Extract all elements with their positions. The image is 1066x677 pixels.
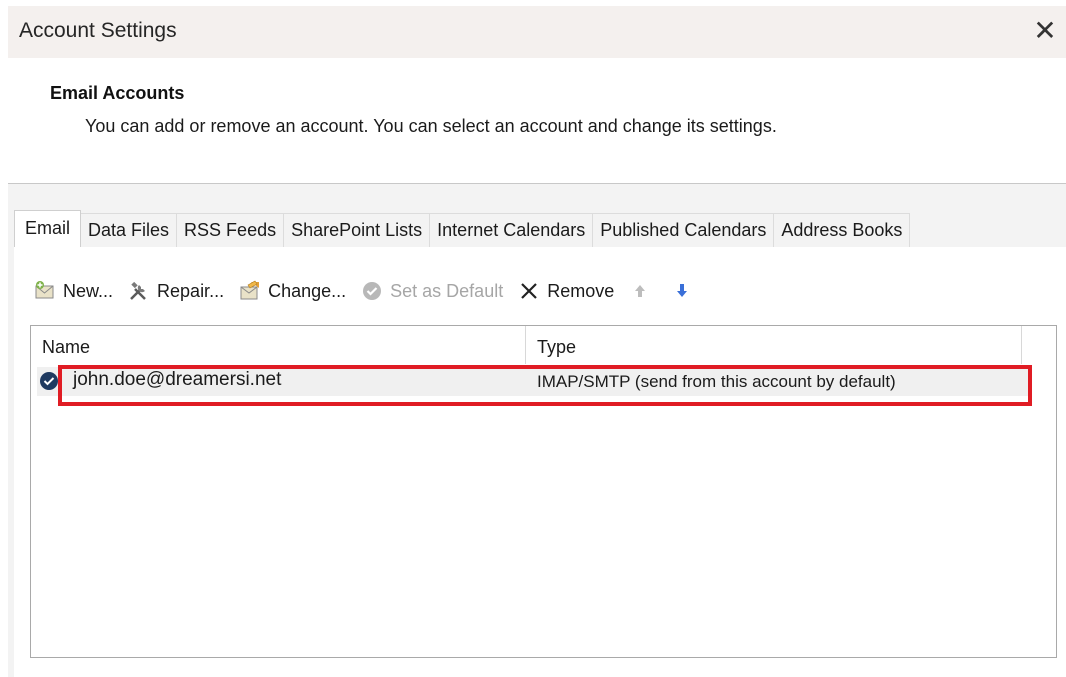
tab-data-files[interactable]: Data Files — [81, 213, 178, 247]
new-account-icon — [35, 281, 54, 299]
tab-strip: Email Data Files RSS Feeds SharePoint Li… — [14, 210, 911, 247]
change-button-label: Change... — [268, 280, 347, 301]
tab-email[interactable]: Email — [14, 210, 82, 247]
arrow-down-icon — [677, 284, 688, 297]
set-as-default-label: Set as Default — [390, 280, 504, 301]
account-toolbar: New... Repair... Change... Set as Defaul… — [33, 277, 712, 305]
remove-button[interactable]: Remove — [517, 279, 614, 303]
move-down-button[interactable] — [670, 279, 694, 303]
tab-address-books[interactable]: Address Books — [774, 213, 911, 247]
change-button[interactable]: Change... — [238, 279, 346, 303]
close-icon[interactable]: ✕ — [1030, 16, 1060, 46]
column-separator[interactable] — [525, 326, 526, 364]
column-header-type[interactable]: Type — [537, 337, 576, 358]
column-separator[interactable] — [1021, 326, 1022, 364]
remove-button-label: Remove — [547, 280, 615, 301]
repair-button[interactable]: Repair... — [127, 279, 224, 303]
tab-sharepoint-lists[interactable]: SharePoint Lists — [284, 213, 431, 247]
new-button-label: New... — [63, 280, 114, 301]
accounts-list[interactable]: Name Type john.doe@dreamersi.net IMAP/SM… — [30, 325, 1057, 658]
set-as-default-button[interactable]: Set as Default — [360, 279, 503, 303]
tab-internet-calendars[interactable]: Internet Calendars — [430, 213, 594, 247]
tab-rss-feeds[interactable]: RSS Feeds — [177, 213, 285, 247]
new-button[interactable]: New... — [33, 279, 113, 303]
remove-x-icon — [521, 283, 537, 299]
title-bar: Account Settings ✕ — [8, 6, 1066, 58]
repair-tools-icon — [130, 281, 146, 300]
tab-published-calendars[interactable]: Published Calendars — [593, 213, 775, 247]
change-settings-icon — [240, 280, 260, 300]
move-up-button[interactable] — [628, 279, 652, 303]
repair-button-label: Repair... — [157, 280, 225, 301]
list-header: Name Type — [31, 326, 1022, 364]
header-area: Email Accounts You can add or remove an … — [8, 58, 1066, 183]
section-title: Email Accounts — [50, 83, 185, 103]
account-type: IMAP/SMTP (send from this account by def… — [537, 372, 896, 391]
arrow-up-icon — [635, 285, 646, 297]
check-circle-icon — [363, 282, 382, 300]
account-settings-dialog: Account Settings ✕ Email Accounts You ca… — [0, 0, 1066, 677]
section-description: You can add or remove an account. You ca… — [85, 116, 777, 136]
column-header-name[interactable]: Name — [42, 337, 90, 358]
list-item[interactable]: john.doe@dreamersi.net IMAP/SMTP (send f… — [37, 367, 1032, 396]
window-title: Account Settings — [19, 19, 177, 42]
account-email: john.doe@dreamersi.net — [73, 369, 282, 390]
default-account-check-icon — [40, 372, 58, 390]
